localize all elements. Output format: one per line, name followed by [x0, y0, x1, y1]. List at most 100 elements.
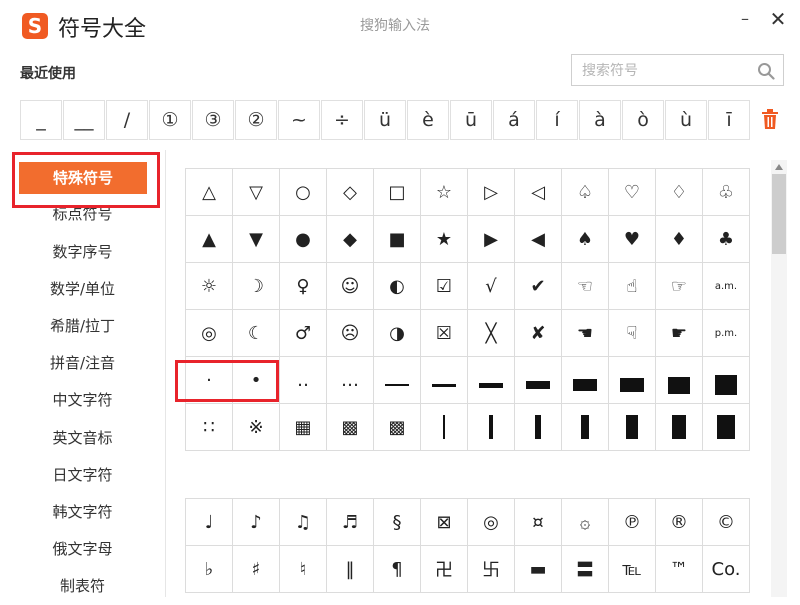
symbol-cell[interactable]: ♦	[656, 216, 703, 263]
symbol-cell[interactable]: ▲	[186, 216, 233, 263]
symbol-cell[interactable]: 卐	[468, 546, 515, 593]
symbol-cell[interactable]: ▽	[233, 169, 280, 216]
symbol-cell[interactable]: ۞	[562, 499, 609, 546]
trash-icon[interactable]	[760, 108, 780, 130]
recent-symbol[interactable]: à	[579, 100, 621, 140]
symbol-cell[interactable]: ♤	[562, 169, 609, 216]
sidebar-item[interactable]: 中文字符	[0, 382, 165, 419]
symbol-cell[interactable]	[562, 404, 609, 451]
search-icon[interactable]	[757, 62, 775, 80]
symbol-cell[interactable]: ※	[233, 404, 280, 451]
symbol-cell[interactable]	[609, 357, 656, 404]
sidebar-item[interactable]: 日文字符	[0, 457, 165, 494]
symbol-cell[interactable]: ▶	[468, 216, 515, 263]
recent-symbol[interactable]: ①	[149, 100, 191, 140]
symbol-cell[interactable]: ◁	[515, 169, 562, 216]
symbol-cell[interactable]	[468, 404, 515, 451]
symbol-cell[interactable]: ∷	[186, 404, 233, 451]
symbol-cell[interactable]: ‖	[327, 546, 374, 593]
symbol-cell[interactable]: ¤	[515, 499, 562, 546]
symbol-cell[interactable]: ☆	[421, 169, 468, 216]
recent-symbol[interactable]: ò	[622, 100, 664, 140]
symbol-cell[interactable]: ©	[703, 499, 750, 546]
symbol-cell[interactable]: ⊠	[421, 499, 468, 546]
symbol-cell[interactable]: ☽	[233, 263, 280, 310]
symbol-cell[interactable]: ◆	[327, 216, 374, 263]
symbol-cell[interactable]: ☑	[421, 263, 468, 310]
recent-symbol[interactable]: /	[106, 100, 148, 140]
symbol-cell[interactable]: ¶	[374, 546, 421, 593]
symbol-cell[interactable]: ✔	[515, 263, 562, 310]
recent-symbol[interactable]: ~	[278, 100, 320, 140]
symbol-cell[interactable]	[515, 357, 562, 404]
symbol-cell[interactable]	[609, 404, 656, 451]
symbol-cell[interactable]: ℡	[609, 546, 656, 593]
sidebar-item[interactable]: 俄文字母	[0, 531, 165, 568]
sidebar-item[interactable]: 希腊/拉丁	[0, 308, 165, 345]
symbol-cell[interactable]: ▼	[233, 216, 280, 263]
symbol-cell[interactable]: ◑	[374, 310, 421, 357]
sidebar-item[interactable]: 数学/单位	[0, 271, 165, 308]
recent-symbol[interactable]: ÷	[321, 100, 363, 140]
symbol-cell[interactable]: ♬	[327, 499, 374, 546]
symbol-cell[interactable]: √	[468, 263, 515, 310]
symbol-cell[interactable]: ♫	[280, 499, 327, 546]
symbol-cell[interactable]: ★	[421, 216, 468, 263]
symbol-cell[interactable]: ☼	[186, 263, 233, 310]
symbol-cell[interactable]: ●	[280, 216, 327, 263]
symbol-cell[interactable]: ◎	[186, 310, 233, 357]
recent-symbol[interactable]: __	[63, 100, 105, 140]
symbol-cell[interactable]: ‥	[280, 357, 327, 404]
symbol-cell[interactable]: Co.	[703, 546, 750, 593]
search-box[interactable]	[571, 54, 784, 86]
symbol-cell[interactable]: ▬	[515, 546, 562, 593]
symbol-cell[interactable]: ◇	[327, 169, 374, 216]
symbol-cell[interactable]: 〓	[562, 546, 609, 593]
sidebar-item[interactable]: 韩文字符	[0, 494, 165, 531]
sidebar-item[interactable]: 制表符	[0, 568, 165, 605]
symbol-cell[interactable]: ♮	[280, 546, 327, 593]
symbol-cell[interactable]: a.m.	[703, 263, 750, 310]
recent-symbol[interactable]: ī	[708, 100, 750, 140]
symbol-cell[interactable]: ☹	[327, 310, 374, 357]
symbol-cell[interactable]	[374, 357, 421, 404]
recent-symbol[interactable]: ②	[235, 100, 277, 140]
symbol-cell[interactable]: ♥	[609, 216, 656, 263]
recent-symbol[interactable]: ū	[450, 100, 492, 140]
symbol-cell[interactable]: ♧	[703, 169, 750, 216]
symbol-cell[interactable]: ☾	[233, 310, 280, 357]
symbol-cell[interactable]: ○	[280, 169, 327, 216]
symbol-cell[interactable]: ✘	[515, 310, 562, 357]
symbol-cell[interactable]: p.m.	[703, 310, 750, 357]
sidebar-item[interactable]: 英文音标	[0, 420, 165, 457]
symbol-cell[interactable]: ♣	[703, 216, 750, 263]
symbol-cell[interactable]	[515, 404, 562, 451]
symbol-cell[interactable]: ™	[656, 546, 703, 593]
symbol-cell[interactable]	[468, 357, 515, 404]
symbol-cell[interactable]: ☞	[656, 263, 703, 310]
symbol-cell[interactable]: §	[374, 499, 421, 546]
recent-symbol[interactable]: ù	[665, 100, 707, 140]
recent-symbol[interactable]: í	[536, 100, 578, 140]
symbol-cell[interactable]: ▦	[280, 404, 327, 451]
symbol-cell[interactable]: △	[186, 169, 233, 216]
recent-symbol[interactable]: _	[20, 100, 62, 140]
symbol-cell[interactable]: ☝	[609, 263, 656, 310]
symbol-cell[interactable]: ☛	[656, 310, 703, 357]
symbol-cell[interactable]: …	[327, 357, 374, 404]
symbol-cell[interactable]: ♯	[233, 546, 280, 593]
symbol-cell[interactable]: ☜	[562, 263, 609, 310]
symbol-cell[interactable]: ♠	[562, 216, 609, 263]
symbol-cell[interactable]: ◐	[374, 263, 421, 310]
symbol-cell[interactable]: ♪	[233, 499, 280, 546]
symbol-cell[interactable]	[656, 404, 703, 451]
symbol-cell[interactable]: ▩	[374, 404, 421, 451]
symbol-cell[interactable]: □	[374, 169, 421, 216]
symbol-cell[interactable]: ♢	[656, 169, 703, 216]
sidebar-item[interactable]: 数字序号	[0, 234, 165, 271]
recent-symbol[interactable]: á	[493, 100, 535, 140]
recent-symbol[interactable]: è	[407, 100, 449, 140]
minimize-button[interactable]: –	[736, 9, 754, 28]
symbol-cell[interactable]: ╳	[468, 310, 515, 357]
symbol-cell[interactable]: ♭	[186, 546, 233, 593]
